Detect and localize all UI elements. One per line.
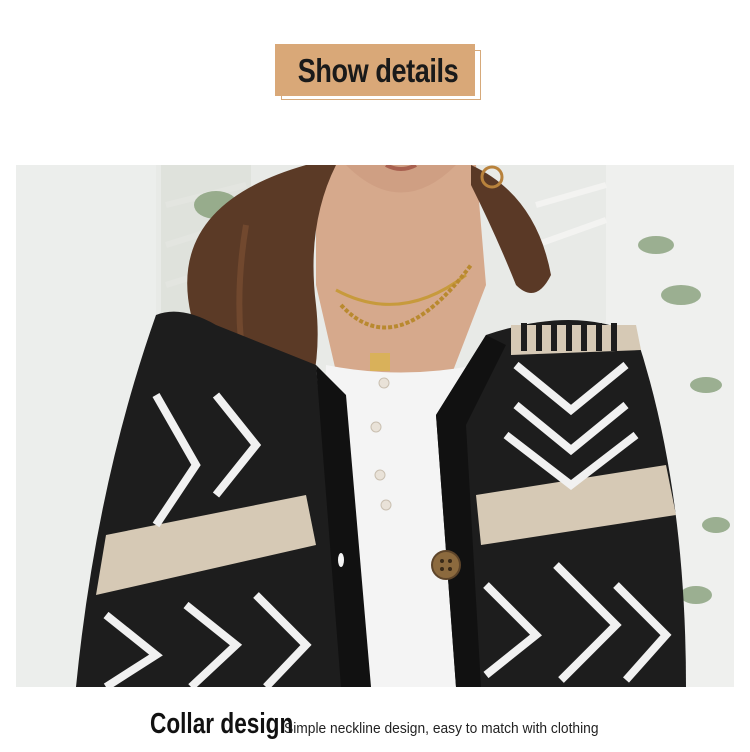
caption: Collar design Simple neckline design, ea… <box>150 708 626 746</box>
section-title-badge: Show details <box>275 44 485 104</box>
section-title: Show details <box>297 52 459 89</box>
caption-title: Collar design <box>150 708 294 740</box>
product-photo <box>16 165 734 687</box>
caption-description: Simple neckline design, easy to match wi… <box>284 720 599 737</box>
